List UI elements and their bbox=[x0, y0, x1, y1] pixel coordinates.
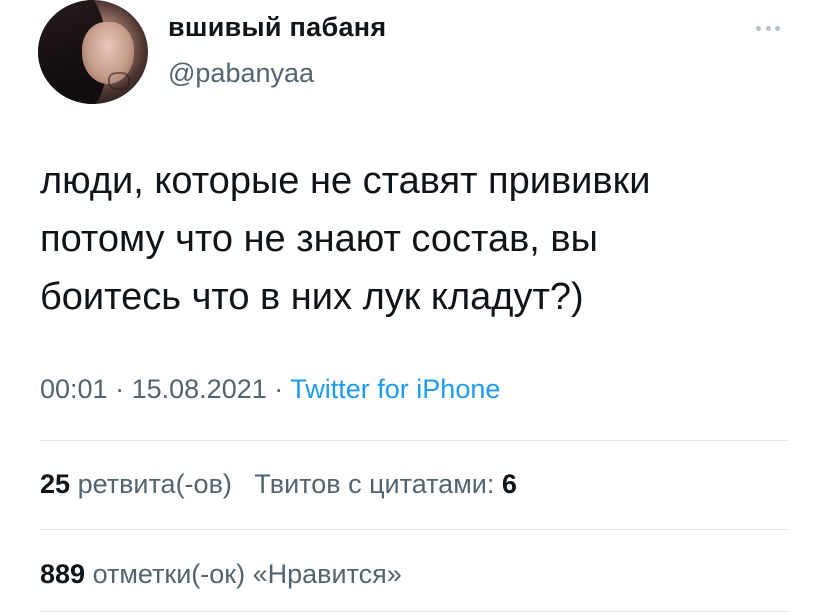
tweet-meta: 00:01 · 15.08.2021 · Twitter for iPhone bbox=[40, 374, 500, 405]
retweets-label: ретвита(-ов) bbox=[77, 469, 232, 499]
divider bbox=[40, 611, 788, 612]
retweets-count: 25 bbox=[40, 469, 71, 499]
avatar[interactable] bbox=[38, 0, 148, 104]
more-dot bbox=[775, 25, 780, 31]
likes-count: 889 bbox=[40, 559, 86, 589]
tweet-line: люди, которые не ставят прививки bbox=[40, 160, 651, 202]
likes-stats[interactable]: 889 отметки(-ок) «Нравится» bbox=[40, 559, 402, 590]
meta-separator: · bbox=[115, 374, 125, 404]
more-dot bbox=[765, 25, 771, 31]
tweet-line: потому что не знают состав, вы bbox=[40, 218, 598, 260]
tweet-time[interactable]: 00:01 bbox=[40, 374, 108, 404]
tweet-line: боитесь что в них лук кладут?) bbox=[40, 276, 584, 318]
user-handle[interactable]: @pabanyaa bbox=[168, 58, 314, 89]
quotes-label: Твитов с цитатами: bbox=[254, 469, 495, 499]
tweet-date[interactable]: 15.08.2021 bbox=[132, 374, 267, 404]
more-options-icon[interactable] bbox=[750, 18, 786, 38]
quotes-count: 6 bbox=[501, 469, 517, 499]
divider bbox=[40, 529, 788, 530]
more-dot bbox=[756, 25, 761, 31]
retweets-link[interactable]: 25 ретвита(-ов) bbox=[40, 469, 232, 499]
quotes-link[interactable]: Твитов с цитатами: 6 bbox=[254, 469, 516, 499]
tweet-text: люди, которые не ставят прививки потому … bbox=[40, 152, 800, 326]
divider bbox=[40, 440, 788, 441]
display-name[interactable]: вшивый пабаня bbox=[168, 12, 386, 43]
tweet-source[interactable]: Twitter for iPhone bbox=[290, 374, 500, 404]
likes-label: отметки(-ок) «Нравится» bbox=[92, 559, 402, 589]
avatar-tattoo bbox=[108, 72, 130, 90]
meta-separator: · bbox=[274, 374, 284, 404]
retweet-stats: 25 ретвита(-ов) Твитов с цитатами: 6 bbox=[40, 469, 517, 500]
